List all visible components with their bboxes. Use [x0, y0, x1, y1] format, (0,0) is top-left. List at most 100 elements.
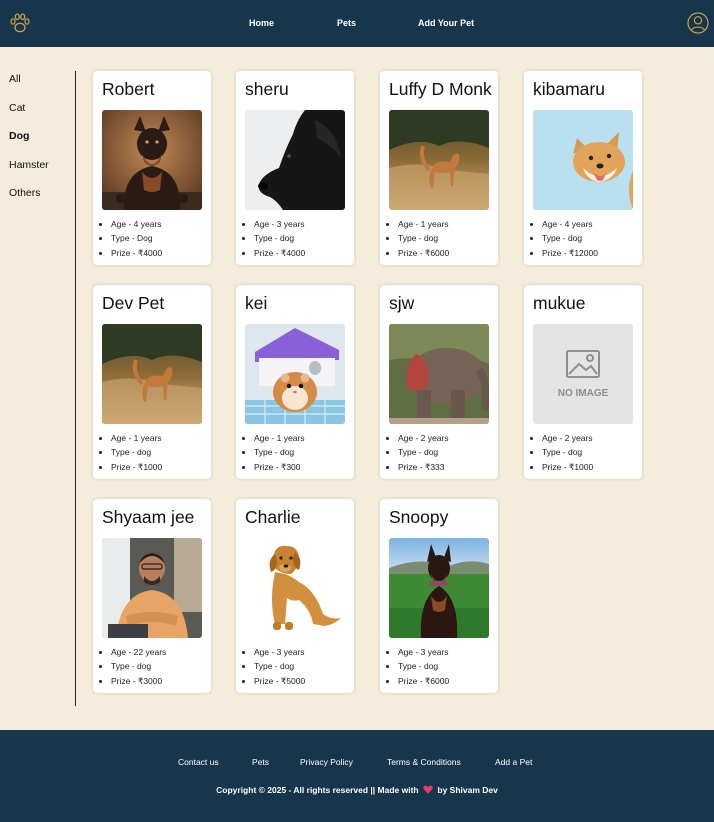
sidebar-item-cat[interactable]: Cat	[9, 102, 25, 114]
pet-age: Age - 3 years	[398, 645, 449, 659]
pet-name: mukue	[533, 293, 586, 313]
sidebar-item-dog[interactable]: Dog	[9, 130, 29, 142]
pet-age: Age - 22 years	[111, 645, 166, 659]
pet-prize: Prize - ₹12000	[542, 246, 598, 260]
pet-type: Type - dog	[542, 231, 598, 245]
svg-text:NO IMAGE: NO IMAGE	[558, 388, 609, 399]
pet-card-sheru[interactable]: sheru Age - 3 yearsType - dogPrize - ₹400…	[236, 71, 354, 265]
pet-age: Age - 1 years	[254, 431, 305, 445]
pet-age: Age - 3 years	[254, 217, 305, 231]
doberman-grass-photo	[389, 538, 489, 638]
pet-name: sjw	[389, 293, 415, 313]
pet-card-luffy-d-monk[interactable]: Luffy D Monk Age - 1 yearsType - dogPrize…	[380, 71, 498, 265]
sidebar-item-others[interactable]: Others	[9, 187, 41, 199]
golden-dog-field-photo	[102, 324, 202, 424]
pet-prize: Prize - ₹6000	[398, 246, 449, 260]
pet-type: Type - dog	[542, 445, 593, 459]
pet-details: Age - 2 yearsType - dogPrize - ₹333	[398, 431, 449, 474]
pet-name: Dev Pet	[102, 293, 165, 313]
footer-link-privacy[interactable]: Privacy Policy	[300, 757, 353, 767]
pet-details: Age - 22 yearsType - dogPrize - ₹3000	[111, 645, 166, 688]
pet-type: Type - dog	[254, 659, 305, 673]
pet-age: Age - 2 years	[542, 431, 593, 445]
pet-prize: Prize - ₹333	[398, 460, 449, 474]
copyright-prefix: Copyright © 2025 - All rights reserved |…	[216, 785, 419, 795]
footer-link-add-pet[interactable]: Add a Pet	[495, 757, 532, 767]
pet-age: Age - 4 years	[542, 217, 598, 231]
pet-prize: Prize - ₹3000	[111, 674, 166, 688]
user-circle-icon[interactable]	[687, 12, 709, 34]
nav-add-your-pet-link[interactable]: Add Your Pet	[418, 0, 474, 47]
copyright-suffix: by Shivam Dev	[437, 785, 498, 795]
pet-type: Type - dog	[111, 445, 162, 459]
pet-card-sjw[interactable]: sjw Age - 2 yearsType - dogPrize - ₹333	[380, 285, 498, 479]
pet-card-kibamaru[interactable]: kibamaru Age - 4 yearsType - dogPrize - ₹…	[524, 71, 642, 265]
pet-age: Age - 1 years	[398, 217, 449, 231]
pet-age: Age - 3 years	[254, 645, 305, 659]
elephant-photo	[389, 324, 489, 424]
pet-age: Age - 4 years	[111, 217, 162, 231]
pet-type: Type - dog	[111, 659, 166, 673]
no-image-placeholder: NO IMAGE	[533, 324, 633, 424]
pet-prize: Prize - ₹4000	[254, 246, 305, 260]
pet-name: kibamaru	[533, 79, 605, 99]
pet-type: Type - dog	[398, 231, 449, 245]
pet-name: sheru	[245, 79, 289, 99]
pet-details: Age - 4 yearsType - DogPrize - ₹4000	[111, 217, 162, 260]
sidebar-item-hamster[interactable]: Hamster	[9, 159, 49, 171]
pet-card-robert[interactable]: Robert Age - 4 yearsType - DogPrize - ₹40…	[93, 71, 211, 265]
pet-prize: Prize - ₹6000	[398, 674, 449, 688]
pet-details: Age - 3 yearsType - dogPrize - ₹5000	[254, 645, 305, 688]
pet-details: Age - 1 yearsType - dogPrize - ₹1000	[111, 431, 162, 474]
footer-link-pets[interactable]: Pets	[252, 757, 269, 767]
pet-name: Charlie	[245, 507, 301, 527]
pet-card-dev-pet[interactable]: Dev Pet Age - 1 yearsType - dogPrize - ₹1…	[93, 285, 211, 479]
pet-details: Age - 1 yearsType - dogPrize - ₹300	[254, 431, 305, 474]
pet-type: Type - dog	[398, 445, 449, 459]
paw-icon[interactable]	[8, 11, 32, 35]
sidebar-divider	[75, 71, 76, 706]
copyright-text: Copyright © 2025 - All rights reserved |…	[0, 785, 714, 795]
pet-type: Type - Dog	[111, 231, 162, 245]
pet-card-shyaam-jee[interactable]: Shyaam jee Age - 22 yearsType - dogPrize …	[93, 499, 211, 693]
heart-icon	[423, 785, 433, 794]
pet-details: Age - 1 yearsType - dogPrize - ₹6000	[398, 217, 449, 260]
pet-type: Type - dog	[254, 231, 305, 245]
hamster-photo	[245, 324, 345, 424]
golden-dog-field-photo	[389, 110, 489, 210]
pet-details: Age - 3 yearsType - dogPrize - ₹4000	[254, 217, 305, 260]
doberman-photo	[102, 110, 202, 210]
golden-retriever-photo	[245, 538, 345, 638]
top-navbar: Home Pets Add Your Pet	[0, 0, 714, 47]
pet-prize: Prize - ₹300	[254, 460, 305, 474]
pet-age: Age - 2 years	[398, 431, 449, 445]
black-dog-photo	[245, 110, 345, 210]
man-photo	[102, 538, 202, 638]
pet-card-charlie[interactable]: Charlie Age - 3 yearsType - dogPrize - ₹5…	[236, 499, 354, 693]
footer-link-terms[interactable]: Terms & Conditions	[387, 757, 461, 767]
pet-prize: Prize - ₹5000	[254, 674, 305, 688]
footer-link-contact[interactable]: Contact us	[178, 757, 219, 767]
pet-type: Type - dog	[254, 445, 305, 459]
pet-prize: Prize - ₹1000	[542, 460, 593, 474]
shiba-inu-photo	[533, 110, 633, 210]
pet-name: Shyaam jee	[102, 507, 195, 527]
pet-name: Snoopy	[389, 507, 449, 527]
pet-card-kei[interactable]: kei Age - 1 yearsType - dogPrize - ₹300	[236, 285, 354, 479]
pet-card-snoopy[interactable]: Snoopy Age - 3 yearsType - dogPrize - ₹60…	[380, 499, 498, 693]
pet-type: Type - dog	[398, 659, 449, 673]
pet-prize: Prize - ₹1000	[111, 460, 162, 474]
footer: Contact us Pets Privacy Policy Terms & C…	[0, 730, 714, 822]
pet-details: Age - 4 yearsType - dogPrize - ₹12000	[542, 217, 598, 260]
pet-prize: Prize - ₹4000	[111, 246, 162, 260]
pet-details: Age - 2 yearsType - dogPrize - ₹1000	[542, 431, 593, 474]
pet-details: Age - 3 yearsType - dogPrize - ₹6000	[398, 645, 449, 688]
pet-name: Robert	[102, 79, 155, 99]
pet-age: Age - 1 years	[111, 431, 162, 445]
nav-home-link[interactable]: Home	[249, 0, 274, 47]
pet-name: Luffy D Monk	[389, 79, 492, 99]
pet-card-mukue[interactable]: mukue NO IMAGE Age - 2 yearsType - dogPriz…	[524, 285, 642, 479]
nav-pets-link[interactable]: Pets	[337, 0, 356, 47]
pet-name: kei	[245, 293, 268, 313]
sidebar-item-all[interactable]: All	[9, 73, 21, 85]
